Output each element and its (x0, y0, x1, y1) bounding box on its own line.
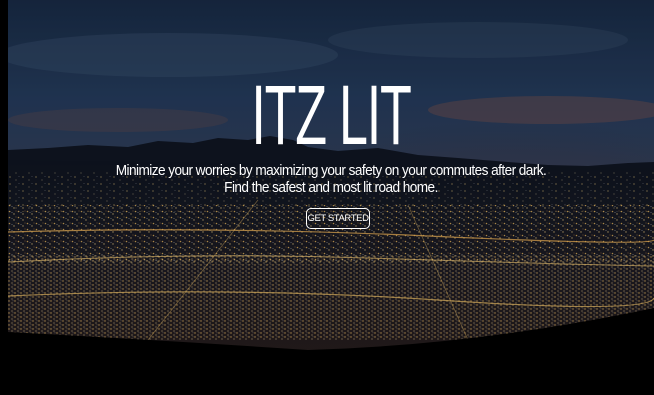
tagline-line-2: Find the safest and most lit road home. (224, 180, 438, 196)
left-edge-strip (0, 0, 8, 395)
hero-content: ITZ LIT Minimize your worries by maximiz… (8, 0, 654, 395)
hero-title: ITZ LIT (251, 68, 411, 162)
hero-tagline: Minimize your worries by maximizing your… (27, 163, 634, 197)
tagline-line-1: Minimize your worries by maximizing your… (115, 163, 547, 179)
hero-section: ITZ LIT Minimize your worries by maximiz… (8, 0, 654, 395)
landing-page: ITZ LIT Minimize your worries by maximiz… (0, 0, 654, 395)
get-started-button[interactable]: GET STARTED (306, 208, 370, 229)
